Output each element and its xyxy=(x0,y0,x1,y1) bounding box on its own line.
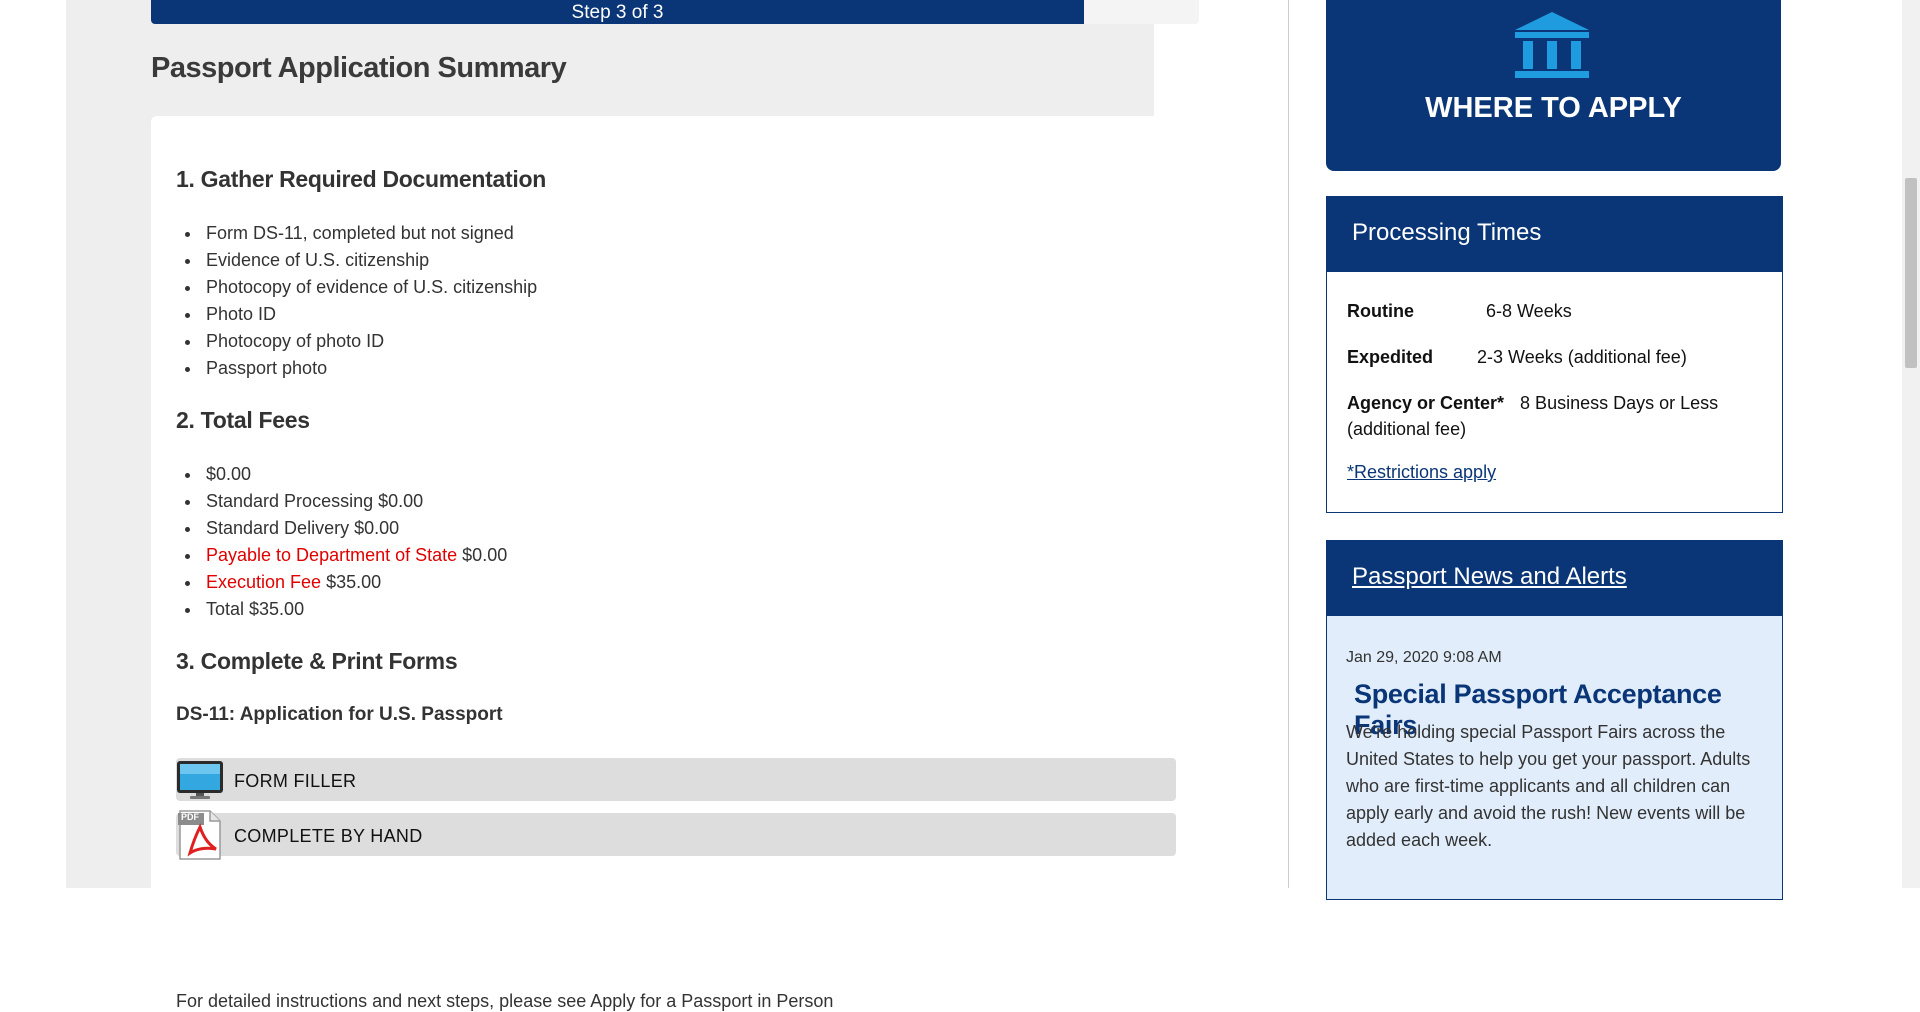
fee-item: Standard Delivery $0.00 xyxy=(202,515,507,542)
fee-item: Execution Fee $35.00 xyxy=(202,569,507,596)
news-body: We're holding special Passport Fairs acr… xyxy=(1346,722,1751,850)
pdf-badge-text: PDF xyxy=(181,812,199,822)
agency-row: Agency or Center* 8 Business Days or Less… xyxy=(1347,390,1757,442)
instructions-text: For detailed instructions and next steps… xyxy=(176,991,834,1011)
expedited-label: Expedited xyxy=(1347,347,1434,367)
list-item: Photo ID xyxy=(202,301,537,328)
execution-fee-value: $35.00 xyxy=(326,572,382,592)
fee-item: Standard Processing $0.00 xyxy=(202,488,507,515)
agency-note: (additional fee) xyxy=(1347,419,1467,439)
main-panel: Step 3 of 3 Passport Application Summary… xyxy=(66,0,1201,1011)
list-item: Photocopy of evidence of U.S. citizenshi… xyxy=(202,274,537,301)
expedited-value: 2-3 Weeks (additional fee) xyxy=(1477,347,1687,367)
section-heading-fees: 2. Total Fees xyxy=(176,407,310,433)
where-to-apply-label: WHERE TO APPLY xyxy=(1425,92,1682,124)
list-item: Photocopy of photo ID xyxy=(202,328,537,355)
execution-fee-label: Execution Fee xyxy=(206,572,322,592)
monitor-icon xyxy=(177,761,223,799)
scrollbar[interactable] xyxy=(1902,0,1920,888)
news-title-link[interactable]: Passport News and Alerts xyxy=(1352,563,1627,591)
complete-by-hand-label: COMPLETE BY HAND xyxy=(234,826,423,846)
documents-list: Form DS-11, completed but not signed Evi… xyxy=(176,220,537,382)
restrictions-link[interactable]: *Restrictions apply xyxy=(1347,462,1496,483)
where-to-apply-button[interactable]: WHERE TO APPLY xyxy=(1326,0,1781,171)
processing-times-header: Processing Times xyxy=(1327,197,1782,272)
processing-times-panel: Processing Times Routine 6-8 Weeks Expedi… xyxy=(1326,196,1783,513)
section-heading-documents: 1. Gather Required Documentation xyxy=(176,166,546,192)
list-item: Passport photo xyxy=(202,355,537,382)
fee-item: Payable to Department of State $0.00 xyxy=(202,542,507,569)
fee-item: $0.00 xyxy=(202,461,507,488)
payable-value: $0.00 xyxy=(462,545,508,565)
bank-icon xyxy=(1515,12,1589,78)
routine-row: Routine 6-8 Weeks xyxy=(1347,298,1572,324)
processing-times-title: Processing Times xyxy=(1352,219,1542,246)
list-item: Evidence of U.S. citizenship xyxy=(202,247,537,274)
news-header: Passport News and Alerts xyxy=(1327,541,1782,616)
list-item: Form DS-11, completed but not signed xyxy=(202,220,537,247)
complete-by-hand-button[interactable]: PDF COMPLETE BY HAND xyxy=(176,810,1176,860)
fee-item: Total $35.00 xyxy=(202,596,507,623)
payable-label: Payable to Department of State xyxy=(206,545,458,565)
progress-bar: Step 3 of 3 xyxy=(151,0,1199,24)
form-filler-label: FORM FILLER xyxy=(234,771,357,791)
scrollbar-thumb[interactable] xyxy=(1905,178,1917,368)
section-heading-forms: 3. Complete & Print Forms xyxy=(176,648,458,674)
summary-card: 1. Gather Required Documentation Form DS… xyxy=(151,116,1201,1011)
routine-value: 6-8 Weeks xyxy=(1486,301,1572,321)
expedited-row: Expedited 2-3 Weeks (additional fee) xyxy=(1347,344,1687,370)
progress-label: Step 3 of 3 xyxy=(571,2,664,23)
column-divider xyxy=(1288,0,1289,888)
form-title: DS-11: Application for U.S. Passport xyxy=(176,704,503,725)
routine-label: Routine xyxy=(1347,301,1414,321)
form-filler-button[interactable]: FORM FILLER xyxy=(176,758,1176,801)
page-title: Passport Application Summary xyxy=(151,52,567,84)
news-alerts-panel: Passport News and Alerts Jan 29, 2020 9:… xyxy=(1326,540,1783,900)
news-date: Jan 29, 2020 9:08 AM xyxy=(1346,649,1502,666)
agency-label: Agency or Center* xyxy=(1347,393,1505,413)
agency-value: 8 Business Days or Less xyxy=(1520,393,1719,413)
fees-list: $0.00 Standard Processing $0.00 Standard… xyxy=(176,461,507,623)
